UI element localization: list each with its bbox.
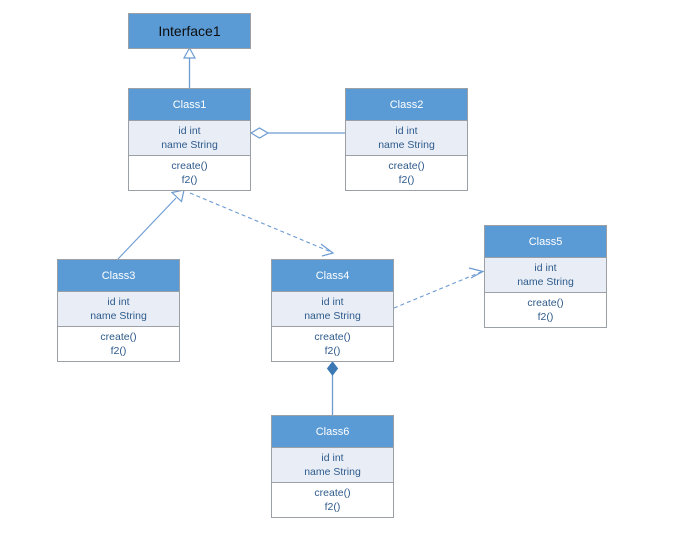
class6-header: Class6 (271, 415, 394, 447)
class5-header: Class5 (484, 225, 607, 257)
node-class2[interactable]: Class2 id int name String create() f2() (345, 88, 468, 191)
class5-attribute: name String (517, 276, 574, 288)
class3-attributes: id int name String (57, 291, 180, 326)
class4-method: f2() (324, 345, 341, 357)
node-class5[interactable]: Class5 id int name String create() f2() (484, 225, 607, 328)
class4-attribute: id int (321, 296, 344, 308)
class3-method: f2() (110, 345, 127, 357)
class3-methods: create() f2() (57, 326, 180, 362)
class4-method: create() (314, 331, 351, 343)
class3-attribute: id int (107, 296, 130, 308)
class3-method: create() (100, 331, 137, 343)
class2-method: f2() (398, 174, 415, 186)
class5-attributes: id int name String (484, 257, 607, 292)
class3-header: Class3 (57, 259, 180, 291)
class1-attribute: id int (178, 125, 201, 137)
edge-class2-to-class1 (249, 127, 345, 139)
class3-attribute: name String (90, 310, 147, 322)
class6-attribute: id int (321, 452, 344, 464)
class6-attribute: name String (304, 466, 361, 478)
edge-class1-to-interface1 (182, 46, 197, 88)
class1-method: create() (171, 160, 208, 172)
class5-name: Class5 (528, 235, 563, 248)
class2-attribute: name String (378, 139, 435, 151)
class4-methods: create() f2() (271, 326, 394, 362)
class5-methods: create() f2() (484, 292, 607, 328)
class6-methods: create() f2() (271, 482, 394, 518)
class1-attribute: name String (161, 139, 218, 151)
node-class1[interactable]: Class1 id int name String create() f2() (128, 88, 251, 191)
node-class3[interactable]: Class3 id int name String create() f2() (57, 259, 180, 362)
class1-attributes: id int name String (128, 120, 251, 155)
class5-attribute: id int (534, 262, 557, 274)
class2-name: Class2 (389, 98, 424, 111)
class5-method: f2() (537, 311, 554, 323)
class5-method: create() (527, 297, 564, 309)
class6-name: Class6 (315, 425, 350, 438)
diagram-canvas: Interface1 Class1 id int name String cre… (0, 0, 674, 555)
class6-method: create() (314, 487, 351, 499)
class2-header: Class2 (345, 88, 468, 120)
class1-header: Class1 (128, 88, 251, 120)
class3-name: Class3 (101, 269, 136, 282)
class2-attribute: id int (395, 125, 418, 137)
class6-method: f2() (324, 501, 341, 513)
class2-attributes: id int name String (345, 120, 468, 155)
edge-class3-to-class1 (117, 189, 185, 260)
class1-methods: create() f2() (128, 155, 251, 191)
class6-attributes: id int name String (271, 447, 394, 482)
class4-attributes: id int name String (271, 291, 394, 326)
node-class6[interactable]: Class6 id int name String create() f2() (271, 415, 394, 518)
node-interface1[interactable]: Interface1 (128, 13, 251, 49)
node-class4[interactable]: Class4 id int name String create() f2() (271, 259, 394, 362)
class1-method: f2() (181, 174, 198, 186)
interface1-name: Interface1 (158, 23, 221, 39)
edge-class6-to-class4 (326, 361, 339, 415)
edge-class4-to-class5 (393, 267, 485, 309)
class2-methods: create() f2() (345, 155, 468, 191)
class2-method: create() (388, 160, 425, 172)
class1-name: Class1 (172, 98, 207, 111)
class4-name: Class4 (315, 269, 350, 282)
class4-header: Class4 (271, 259, 394, 291)
edge-class1-to-class4 (189, 192, 335, 257)
class4-attribute: name String (304, 310, 361, 322)
